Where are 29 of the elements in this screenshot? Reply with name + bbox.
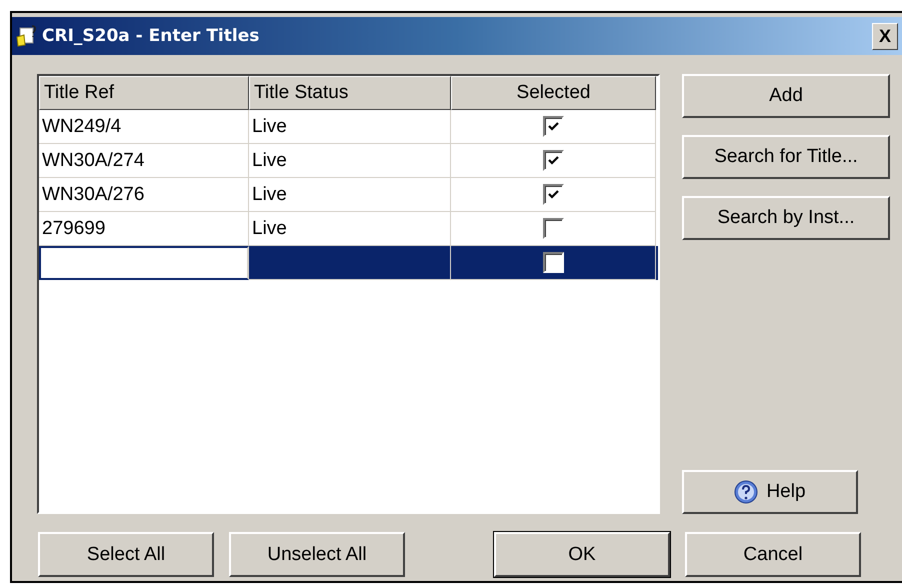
table-cell: WN30A/276	[39, 178, 249, 212]
table-cell: Live	[249, 144, 451, 178]
checkmark-icon	[548, 156, 558, 166]
document-icon	[16, 25, 38, 47]
window-title: CRI_S20a - Enter Titles	[42, 26, 260, 46]
close-button[interactable]: X	[872, 22, 898, 50]
table-cell: Live	[249, 178, 451, 212]
table-row[interactable]	[39, 246, 658, 280]
side-button[interactable]: Add	[682, 74, 890, 118]
dialog-button[interactable]: Unselect All	[229, 532, 405, 577]
column-header[interactable]: Selected	[451, 76, 656, 110]
column-header[interactable]: Title Ref	[39, 76, 249, 110]
checkmark-icon	[548, 190, 558, 200]
column-header[interactable]: Title Status	[249, 76, 451, 110]
table-cell: WN30A/274	[39, 144, 249, 178]
dialog-button[interactable]: Cancel	[685, 532, 861, 577]
side-button[interactable]: Search by Inst...	[682, 196, 890, 240]
checkmark-icon	[548, 122, 558, 132]
table-row[interactable]: WN249/4 Live	[39, 110, 658, 144]
help-icon	[734, 480, 758, 504]
table-cell: Live	[249, 110, 451, 144]
side-button[interactable]: Search for Title...	[682, 135, 890, 179]
checkbox[interactable]	[542, 252, 564, 273]
help-button[interactable]: Help	[682, 470, 858, 514]
dialog-button[interactable]: OK	[494, 532, 670, 577]
table-row[interactable]: WN30A/274 Live	[39, 144, 658, 178]
dialog-button[interactable]: Select All	[38, 532, 214, 577]
table-cell: WN249/4	[39, 110, 249, 144]
table-row[interactable]: WN30A/276 Live	[39, 178, 658, 212]
